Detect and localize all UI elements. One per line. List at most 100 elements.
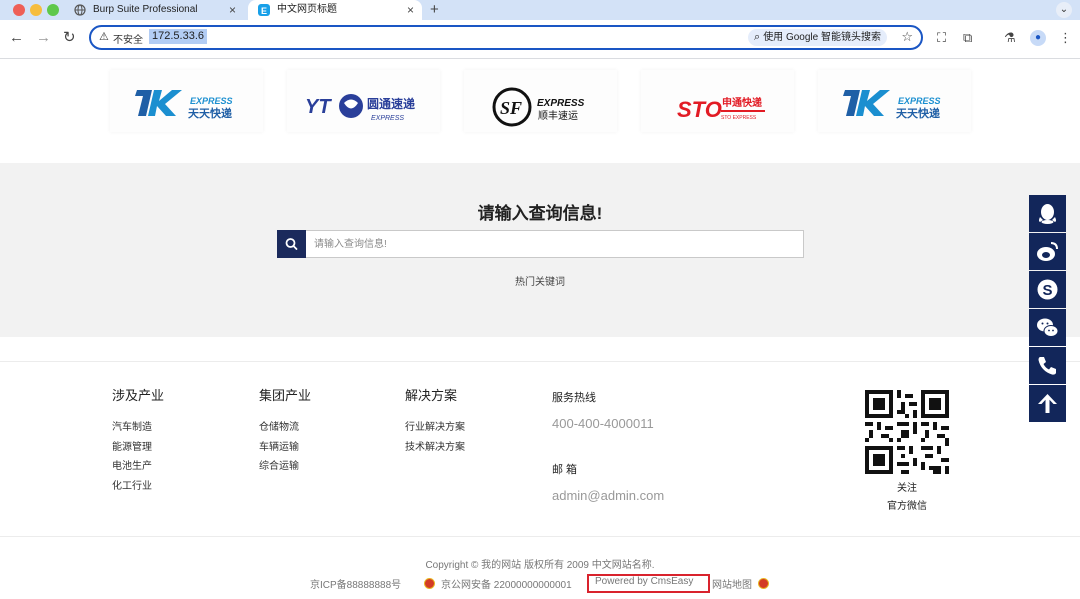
security-status[interactable]: 不安全	[113, 31, 143, 46]
back-to-top-icon	[1038, 394, 1057, 413]
column-title: 解决方案	[405, 388, 458, 403]
extension-badge-icon[interactable]: ⛶	[937, 30, 946, 46]
hotline-label: 服务热线	[552, 392, 596, 404]
bookmark-star-icon[interactable]: ☆	[901, 29, 913, 45]
partner-logos: EXPRESS 天天快递 YT 圆通速递 EXPRESS SF EXPRESS …	[110, 70, 972, 132]
svg-text:SF: SF	[500, 98, 522, 118]
svg-text:圆通速递: 圆通速递	[367, 96, 415, 111]
svg-text:申通快递: 申通快递	[722, 96, 762, 109]
qq-icon	[1039, 204, 1056, 224]
window-minimize-button[interactable]	[30, 4, 42, 16]
footer-link[interactable]: 能源管理	[112, 438, 164, 458]
svg-text:E: E	[261, 6, 267, 16]
skype-button[interactable]: S	[1029, 271, 1066, 308]
red-highlight-box	[587, 574, 710, 593]
footer-link[interactable]: 汽车制造	[112, 418, 164, 438]
search-title: 请输入查询信息!	[477, 204, 603, 223]
lens-label: 使用 Google 智能镜头搜索	[763, 32, 881, 43]
back-to-top-button[interactable]	[1029, 385, 1066, 422]
svg-text:EXPRESS: EXPRESS	[190, 96, 233, 106]
tab-search-chevron-icon[interactable]: ⌄	[1056, 2, 1072, 18]
forward-arrow-icon[interactable]: →	[36, 29, 51, 47]
footer-link[interactable]: 车辆运输	[259, 438, 311, 458]
tab-close-icon[interactable]: ×	[229, 0, 236, 20]
qq-button[interactable]	[1029, 195, 1066, 232]
labs-flask-icon[interactable]: ⚗	[1004, 30, 1016, 46]
footer-column-industries: 涉及产业 汽车制造 能源管理 电池生产 化工行业	[112, 385, 164, 496]
hotline-number: 400-400-4000011	[552, 416, 654, 431]
svg-text:S: S	[1043, 282, 1053, 299]
svg-text:STO: STO	[677, 97, 722, 122]
wechat-button[interactable]	[1029, 309, 1066, 346]
tiantian-express-logo[interactable]: EXPRESS 天天快递	[110, 70, 263, 132]
google-lens-button[interactable]: ⌕ 使用 Google 智能镜头搜索	[748, 29, 887, 46]
svg-text:YT: YT	[305, 96, 332, 118]
back-arrow-icon[interactable]: ←	[9, 29, 24, 47]
tab-chinese-page[interactable]: E 中文网页标题 ×	[248, 0, 422, 20]
footer-link[interactable]: 综合运输	[259, 457, 311, 477]
footer-link[interactable]: 化工行业	[112, 477, 164, 497]
svg-text:EXPRESS: EXPRESS	[371, 115, 404, 122]
magnifier-icon: ⌕	[754, 31, 761, 43]
footer-divider	[0, 536, 1080, 537]
svg-text:顺丰速运: 顺丰速运	[538, 109, 578, 122]
search-input[interactable]	[308, 231, 800, 257]
weibo-button[interactable]	[1029, 233, 1066, 270]
search-button[interactable]	[277, 230, 306, 258]
sitemap-link[interactable]: 网站地图	[712, 576, 752, 591]
footer-link[interactable]: 行业解决方案	[405, 418, 465, 438]
tab-close-icon[interactable]: ×	[407, 0, 414, 20]
footer-link[interactable]: 电池生产	[112, 457, 164, 477]
icp-link[interactable]: 京ICP备88888888号	[310, 576, 401, 591]
new-tab-button[interactable]: +	[430, 0, 439, 20]
browser-menu-icon[interactable]: ⋮	[1059, 30, 1072, 46]
column-title: 集团产业	[259, 388, 312, 403]
sf-express-logo[interactable]: SF EXPRESS 顺丰速运	[464, 70, 617, 132]
yuantong-express-logo[interactable]: YT 圆通速递 EXPRESS	[287, 70, 440, 132]
svg-text:STO EXPRESS: STO EXPRESS	[721, 115, 757, 121]
weibo-icon	[1037, 242, 1058, 261]
footer-link[interactable]: 技术解决方案	[405, 438, 465, 458]
url-text[interactable]: 172.5.33.6	[149, 29, 207, 44]
window-close-button[interactable]	[13, 4, 25, 16]
footer-column-solutions: 解决方案 行业解决方案 技术解决方案	[405, 385, 465, 457]
search-icon	[285, 238, 298, 250]
police-record-link[interactable]: 京公网安备 22000000000001	[441, 576, 572, 591]
footer-column-group-industries: 集团产业 仓储物流 车辆运输 综合运输	[259, 385, 311, 477]
svg-text:天天快递: 天天快递	[188, 106, 232, 120]
tab-label: Burp Suite Professional	[93, 4, 198, 15]
svg-text:EXPRESS: EXPRESS	[537, 98, 585, 109]
svg-text:EXPRESS: EXPRESS	[898, 96, 941, 106]
phone-button[interactable]	[1029, 347, 1066, 384]
police-emblem-icon	[424, 578, 435, 589]
email-address: admin@admin.com	[552, 488, 665, 503]
skype-icon: S	[1037, 279, 1058, 300]
copyright-text: Copyright © 我的网站 版权所有 2009 中文网站名称.	[425, 560, 655, 571]
globe-icon	[74, 4, 86, 16]
search-section: 请输入查询信息! 热门关键词	[0, 163, 1080, 337]
address-bar[interactable]: ⚠ 不安全 172.5.33.6 ⌕ 使用 Google 智能镜头搜索 ☆	[89, 25, 923, 50]
cmseasy-favicon-icon: E	[258, 4, 270, 16]
sto-express-logo[interactable]: STO 申通快递 STO EXPRESS	[641, 70, 794, 132]
footer-link[interactable]: 仓储物流	[259, 418, 311, 438]
tab-label: 中文网页标题	[277, 4, 337, 15]
wechat-icon	[1037, 318, 1059, 337]
tiantian-express-logo-2[interactable]: EXPRESS 天天快递	[818, 70, 971, 132]
wechat-qr-code	[865, 390, 949, 474]
qr-caption-follow: 关注	[897, 483, 917, 494]
reload-icon[interactable]: ↻	[63, 29, 76, 47]
qr-caption-official-wechat: 官方微信	[887, 501, 927, 512]
warning-triangle-icon: ⚠	[99, 31, 109, 43]
section-divider	[0, 361, 1080, 362]
extensions-puzzle-icon[interactable]: ⧉	[963, 30, 972, 46]
sitemap-emblem-icon	[758, 578, 769, 589]
browser-toolbar: ← → ↻ ⚠ 不安全 172.5.33.6 ⌕ 使用 Google 智能镜头搜索…	[0, 20, 1080, 59]
tab-burp-suite[interactable]: Burp Suite Professional ×	[64, 0, 244, 20]
column-title: 涉及产业	[112, 388, 165, 403]
email-label: 邮 箱	[552, 464, 578, 476]
window-zoom-button[interactable]	[47, 4, 59, 16]
svg-text:天天快递: 天天快递	[896, 106, 940, 120]
search-box	[277, 230, 804, 258]
profile-avatar-icon[interactable]: ●	[1030, 30, 1046, 46]
phone-icon	[1038, 357, 1056, 375]
